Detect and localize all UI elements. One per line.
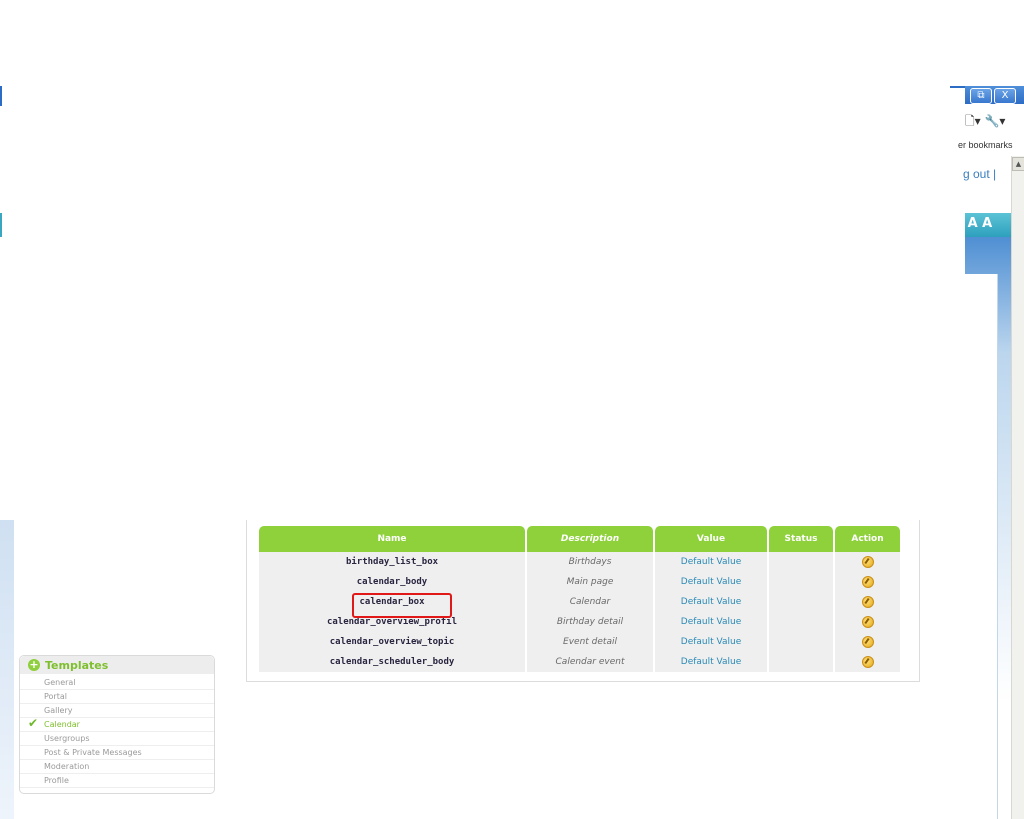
sidebar-item-label: Usergroups (44, 734, 90, 743)
close-icon[interactable]: X (994, 88, 1016, 104)
template-description: Calendar event (527, 652, 653, 672)
edit-pencil-icon[interactable] (861, 576, 874, 588)
template-status (769, 592, 833, 612)
sidebar-item-portal[interactable]: Portal (20, 690, 214, 704)
sidebar-item-label: Gallery (44, 706, 73, 715)
edit-pencil-icon[interactable] (861, 656, 874, 668)
column-header-action[interactable]: Action (835, 526, 900, 552)
edit-pencil-icon[interactable] (861, 556, 874, 568)
template-status (769, 552, 833, 572)
sidebar-item-label: Profile (44, 776, 69, 785)
template-action-cell (835, 632, 900, 652)
template-value-link[interactable]: Default Value (655, 652, 767, 672)
sidebar-item-moderation[interactable]: Moderation (20, 760, 214, 774)
template-value-link[interactable]: Default Value (655, 612, 767, 632)
checkmark-icon: ✔ (28, 716, 39, 730)
scroll-up-arrow-icon[interactable]: ▲ (1012, 157, 1024, 171)
templates-table-panel: Name Description Value Status Action bir… (246, 520, 920, 682)
background-titlebar-edge (950, 86, 965, 88)
edit-pencil-icon[interactable] (861, 616, 874, 628)
edit-pencil-icon[interactable] (861, 596, 874, 608)
template-value-link[interactable]: Default Value (655, 592, 767, 612)
column-header-name[interactable]: Name (259, 526, 525, 552)
template-description: Birthdays (527, 552, 653, 572)
table-row: calendar_overview_topic Event detail Def… (259, 632, 900, 652)
background-left-column (0, 520, 14, 819)
column-header-description[interactable]: Description (527, 526, 653, 552)
background-scrollbar[interactable] (1011, 156, 1024, 819)
background-toolbar[interactable]: 🗋▾ 🔧▾ (965, 110, 1015, 132)
table-row: calendar_body Main page Default Value (259, 572, 900, 592)
sidebar-item-label: Calendar (44, 720, 80, 729)
template-action-cell (835, 612, 900, 632)
template-status (769, 612, 833, 632)
template-action-cell (835, 652, 900, 672)
template-status (769, 632, 833, 652)
template-status (769, 572, 833, 592)
template-description: Birthday detail (527, 612, 653, 632)
column-header-status[interactable]: Status (769, 526, 833, 552)
template-name-link[interactable]: birthday_list_box (259, 552, 525, 572)
bookmarks-bar-text[interactable]: er bookmarks (958, 137, 1024, 153)
background-left-edge-mid (0, 213, 2, 237)
close-label: X (1001, 90, 1009, 101)
template-value-link[interactable]: Default Value (655, 572, 767, 592)
templates-sidebar-header: + Templates (20, 656, 214, 674)
toolbar-glyphs: 🗋▾ 🔧▾ (965, 114, 1006, 128)
table-row: birthday_list_box Birthdays Default Valu… (259, 552, 900, 572)
plus-circle-icon[interactable]: + (28, 659, 40, 671)
template-name-link[interactable]: calendar_body (259, 572, 525, 592)
sidebar-item-profile[interactable]: Profile (20, 774, 214, 788)
template-action-cell (835, 552, 900, 572)
templates-sidebar: + Templates General Portal Gallery ✔ Cale… (19, 655, 215, 794)
sidebar-item-gallery[interactable]: Gallery (20, 704, 214, 718)
templates-title: Templates (45, 658, 109, 672)
template-action-cell (835, 572, 900, 592)
template-name-link[interactable]: calendar_box (259, 592, 525, 612)
background-page-area (965, 274, 998, 819)
sidebar-item-general[interactable]: General (20, 676, 214, 690)
background-left-edge-top (0, 86, 2, 106)
template-name-link[interactable]: calendar_scheduler_body (259, 652, 525, 672)
template-description: Calendar (527, 592, 653, 612)
sidebar-item-label: General (44, 678, 76, 687)
template-value-link[interactable]: Default Value (655, 632, 767, 652)
column-header-value[interactable]: Value (655, 526, 767, 552)
edit-pencil-icon[interactable] (861, 636, 874, 648)
restore-icon[interactable]: ⧉ (970, 88, 992, 104)
table-row: calendar_scheduler_body Calendar event D… (259, 652, 900, 672)
sidebar-item-label: Portal (44, 692, 67, 701)
sidebar-item-post-private-messages[interactable]: Post & Private Messages (20, 746, 214, 760)
sidebar-item-calendar[interactable]: ✔ Calendar (20, 716, 214, 732)
templates-category-list: General Portal Gallery ✔ Calendar Usergro… (20, 676, 214, 788)
template-description: Main page (527, 572, 653, 592)
template-description: Event detail (527, 632, 653, 652)
template-status (769, 652, 833, 672)
table-header-row: Name Description Value Status Action (259, 526, 900, 552)
sidebar-item-label: Post & Private Messages (44, 748, 142, 757)
table-row: calendar_box Calendar Default Value (259, 592, 900, 612)
sidebar-item-usergroups[interactable]: Usergroups (20, 732, 214, 746)
template-name-link[interactable]: calendar_overview_profil (259, 612, 525, 632)
template-name-link[interactable]: calendar_overview_topic (259, 632, 525, 652)
logout-link[interactable]: g out | (963, 167, 996, 181)
template-action-cell (835, 592, 900, 612)
font-size-icons[interactable]: A A (965, 216, 993, 231)
template-value-link[interactable]: Default Value (655, 552, 767, 572)
templates-table: Name Description Value Status Action bir… (257, 526, 902, 672)
table-row: calendar_overview_profil Birthday detail… (259, 612, 900, 632)
sidebar-item-label: Moderation (44, 762, 90, 771)
